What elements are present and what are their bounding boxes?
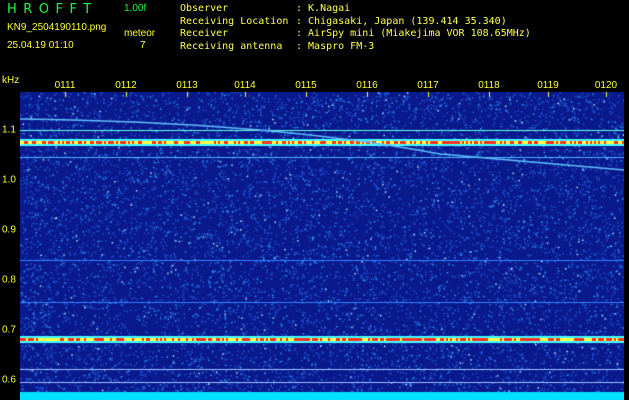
header-panel: HROFFT 1.00f KN9_2504190110.png meteor 7… (0, 0, 629, 76)
file-name: KN9_2504190110.png (7, 22, 107, 33)
time-tick-label: 0115 (295, 80, 317, 91)
observation-info: Observer : K.Nagai Receiving Location : Ch… (180, 3, 531, 53)
info-row-observer: Observer : K.Nagai (180, 3, 531, 16)
spectrogram-plot (20, 92, 624, 400)
time-tick-label: 0116 (356, 80, 378, 91)
info-value: : K.Nagai (296, 3, 351, 14)
info-value: : AirSpy mini (Miakejima VOR 108.65MHz) (296, 28, 531, 39)
meteor-label: meteor (124, 28, 156, 39)
time-tick-label: 0117 (417, 80, 439, 91)
info-key: Receiver (180, 28, 229, 39)
time-tick-label: 0120 (594, 80, 618, 91)
freq-tick-label: 0.9 (2, 224, 16, 236)
date-time: 25.04.19 01:10 (7, 40, 74, 51)
info-row-antenna: Receiving antenna : Maspro FM-3 (180, 41, 531, 54)
info-row-receiver: Receiver : AirSpy mini (Miakejima VOR 108… (180, 28, 531, 41)
time-tick-label: 0113 (176, 80, 198, 91)
app-logo: HROFFT (7, 2, 98, 17)
freq-tick-label: 0.8 (2, 274, 16, 286)
info-row-location: Receiving Location : Chigasaki, Japan (13… (180, 16, 531, 29)
time-tick-label: 0111 (54, 80, 76, 91)
freq-tick-label: 1.1 (2, 124, 16, 136)
info-key: Receiving antenna (180, 40, 283, 52)
time-tick-label: 0118 (478, 80, 500, 91)
meteor-count: 7 (140, 40, 146, 51)
time-tick-label: 0119 (537, 80, 559, 91)
frequency-unit-label: kHz (2, 75, 20, 86)
info-key: Observer (180, 3, 229, 14)
freq-tick-label: 0.6 (2, 374, 16, 386)
freq-tick-label: 1.0 (2, 174, 16, 186)
info-value: : Maspro FM-3 (296, 40, 375, 52)
time-tick-label: 0112 (115, 80, 137, 91)
info-key: Receiving Location (180, 15, 289, 27)
freq-tick-label: 0.7 (2, 324, 16, 336)
time-tick-label: 0114 (234, 80, 256, 91)
info-value: : Chigasaki, Japan (139.414 35.340) (296, 15, 507, 27)
app-version: 1.00f (124, 3, 147, 14)
